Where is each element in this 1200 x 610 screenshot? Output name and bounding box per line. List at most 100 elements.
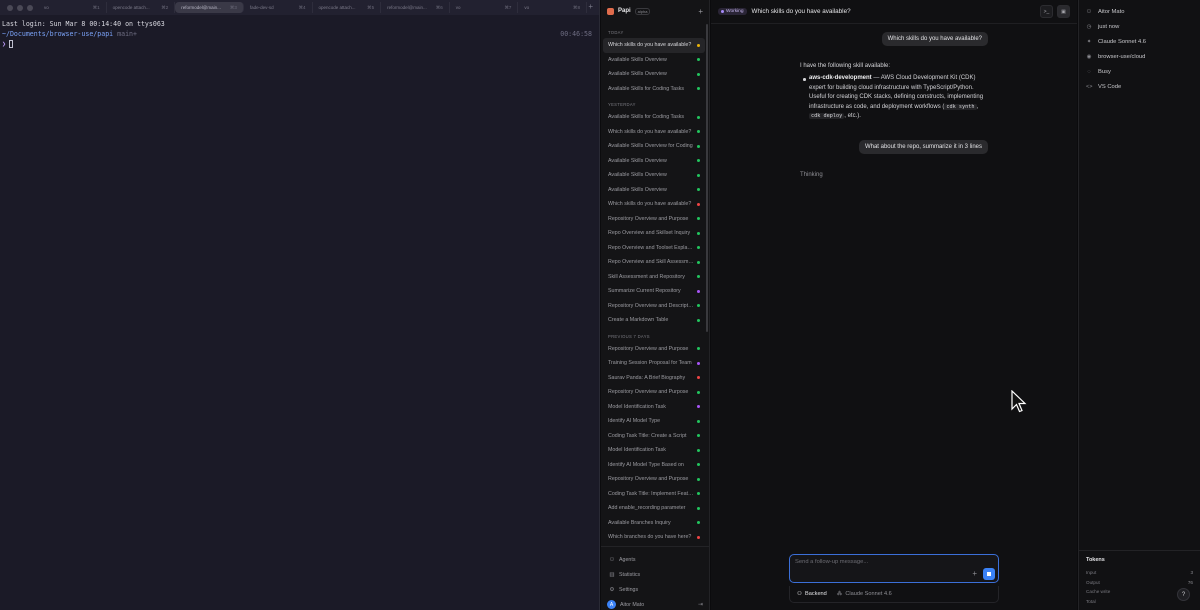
status-dot-icon bbox=[697, 159, 700, 163]
model-selector[interactable]: ⁂ Claude Sonnet 4.6 bbox=[837, 591, 892, 597]
terminal-icon: >_ bbox=[1043, 8, 1050, 15]
session-item[interactable]: Add enable_recording parameter bbox=[603, 501, 705, 516]
session-item[interactable]: Repository Overview and Purpose bbox=[603, 472, 705, 487]
session-item[interactable]: Repository Overview and Purpose bbox=[603, 342, 705, 357]
status-dot-icon bbox=[697, 477, 700, 481]
session-item[interactable]: Available Skills Overview bbox=[603, 53, 705, 68]
person-icon: ⚇ bbox=[797, 591, 803, 597]
terminal-tab[interactable]: vo ⌘7 bbox=[450, 2, 519, 13]
terminal-output[interactable]: Last login: Sun Mar 8 00:14:40 on ttys06… bbox=[0, 15, 599, 53]
token-row: Output 76 bbox=[1086, 578, 1193, 588]
inline-code: cdk deploy bbox=[809, 113, 845, 120]
session-item[interactable]: Create a Markdown Table bbox=[603, 313, 705, 328]
close-window-button[interactable] bbox=[7, 4, 13, 11]
session-item[interactable]: Available Branches Inquiry bbox=[603, 516, 705, 531]
session-item[interactable]: Skill Assessment and Repository bbox=[603, 270, 705, 285]
login-line: Last login: Sun Mar 8 00:14:40 on ttys06… bbox=[2, 20, 165, 28]
session-item[interactable]: Model Identification Task bbox=[603, 400, 705, 415]
session-item[interactable]: Which skills do you have available? bbox=[603, 125, 705, 140]
terminal-tab[interactable]: opencode attach... ⌘2 bbox=[107, 2, 176, 13]
statistics-link[interactable]: ▥ Statistics bbox=[601, 567, 709, 582]
session-item[interactable]: Repository Overview and Purpose bbox=[603, 385, 705, 400]
avatar: A bbox=[607, 600, 616, 609]
session-item[interactable]: Repository Overview and Purpose bbox=[603, 212, 705, 227]
terminal-tab[interactable]: vo ⌘1 bbox=[38, 2, 107, 13]
session-item[interactable]: Which skills do you have available? bbox=[603, 197, 705, 212]
session-item[interactable]: Summarize Current Repository bbox=[603, 284, 705, 299]
session-item[interactable]: Repository Overview and Description bbox=[603, 299, 705, 314]
detail-editor[interactable]: <> VS Code bbox=[1079, 79, 1200, 94]
detail-user-value: Aitor Mato bbox=[1098, 8, 1125, 15]
session-item[interactable]: Available Skills Overview bbox=[603, 154, 705, 169]
session-item[interactable]: Repo Overview and Toolset Explanation bbox=[603, 241, 705, 256]
session-title: Which skills do you have available? bbox=[608, 42, 692, 49]
session-title: Repo Overview and Skillset Inquiry bbox=[608, 230, 691, 237]
stop-icon bbox=[987, 572, 991, 576]
session-title: Model Identification Task bbox=[608, 447, 666, 454]
panel-toggle-button[interactable]: ▣ bbox=[1057, 5, 1070, 18]
skill-list: aws-cdk-development — AWS Cloud Developm… bbox=[800, 74, 990, 121]
sidebar-scrollbar[interactable] bbox=[706, 24, 708, 332]
new-session-button[interactable]: + bbox=[698, 7, 703, 16]
detail-model: ✦ Claude Sonnet 4.6 bbox=[1079, 34, 1200, 49]
session-title: Available Skills for Coding Tasks bbox=[608, 85, 685, 92]
session-item[interactable]: Coding Task Title: Implement Feature bbox=[603, 487, 705, 502]
session-item[interactable]: Available Skills for Coding Tasks bbox=[603, 110, 705, 125]
git-branch: main+ bbox=[113, 30, 137, 38]
new-tab-button[interactable]: + bbox=[588, 2, 593, 11]
status-dot-icon bbox=[697, 535, 700, 539]
terminal-tab[interactable]: vo ⌘8 bbox=[518, 2, 587, 13]
terminal-toggle-button[interactable]: >_ bbox=[1040, 5, 1053, 18]
message-input[interactable]: Send a follow-up message... bbox=[795, 559, 868, 565]
session-item[interactable]: Available Skills Overview bbox=[603, 183, 705, 198]
session-item[interactable]: Which skills do you have available? bbox=[603, 38, 705, 53]
status-dot-icon bbox=[697, 419, 700, 423]
list-item: aws-cdk-development — AWS Cloud Developm… bbox=[800, 74, 990, 121]
input-line[interactable]: ❯ bbox=[2, 39, 597, 49]
minimize-window-button[interactable] bbox=[17, 4, 23, 11]
skill-name: aws-cdk-development bbox=[809, 75, 872, 82]
message-composer[interactable]: Send a follow-up message... + bbox=[789, 554, 999, 583]
stop-button[interactable] bbox=[983, 568, 995, 580]
logout-icon[interactable]: ⇥ bbox=[698, 601, 703, 608]
session-item[interactable]: Available Skills Overview bbox=[603, 67, 705, 82]
token-usage: Tokens Input 3 Output 76 Cache write Total bbox=[1079, 550, 1200, 610]
sidebar-header: Papi alpha + bbox=[601, 0, 709, 22]
session-item[interactable]: Training Session Proposal for Team bbox=[603, 356, 705, 371]
skill-description-end: , etc.). bbox=[844, 113, 861, 120]
session-title: Available Skills for Coding Tasks bbox=[608, 114, 685, 121]
session-item[interactable]: Available Skills Overview bbox=[603, 168, 705, 183]
session-title: Available Branches Inquiry bbox=[608, 519, 671, 526]
status-dot-icon bbox=[697, 72, 700, 76]
agents-link[interactable]: ⚇ Agents bbox=[601, 552, 709, 567]
session-item[interactable]: Model Identification Task bbox=[603, 443, 705, 458]
session-item[interactable]: Identify AI Model Type bbox=[603, 414, 705, 429]
session-list[interactable]: TODAY Which skills do you have available?… bbox=[603, 24, 705, 544]
session-title: Repository Overview and Purpose bbox=[608, 345, 689, 352]
token-value: 3 bbox=[1190, 570, 1193, 576]
terminal-tab[interactable]: reformodel@main... ⌘6 bbox=[381, 2, 450, 13]
terminal-tabs: vo ⌘1 opencode attach... ⌘2 reformodel@main.… bbox=[38, 2, 587, 13]
settings-link[interactable]: ⚙ Settings bbox=[601, 582, 709, 597]
help-button[interactable]: ? bbox=[1177, 588, 1190, 601]
session-item[interactable]: Saurav Panda: A Brief Biography bbox=[603, 371, 705, 386]
terminal-tab[interactable]: reformodel@main... ⌘3 bbox=[175, 2, 244, 13]
zoom-window-button[interactable] bbox=[27, 4, 33, 11]
session-item[interactable]: Repo Overview and Skill Assessment bbox=[603, 255, 705, 270]
terminal-window[interactable]: vo ⌘1 opencode attach... ⌘2 reformodel@main.… bbox=[0, 0, 600, 610]
session-item[interactable]: Available Skills Overview for Coding bbox=[603, 139, 705, 154]
terminal-tab-shortcut: ⌘5 bbox=[367, 4, 375, 10]
attach-button[interactable]: + bbox=[972, 569, 977, 578]
user-menu[interactable]: A Aitor Mato ⇥ bbox=[601, 597, 709, 610]
status-dot-icon bbox=[697, 405, 700, 409]
session-item[interactable]: Identify AI Model Type Based on bbox=[603, 458, 705, 473]
session-item[interactable]: Which branches do you have here? bbox=[603, 530, 705, 544]
session-item[interactable]: Available Skills for Coding Tasks bbox=[603, 82, 705, 97]
detail-repo[interactable]: ◉ browser-use/cloud bbox=[1079, 49, 1200, 64]
backend-selector[interactable]: ⚇ Backend bbox=[797, 591, 827, 597]
terminal-tab[interactable]: fade-dev-sd ⌘4 bbox=[244, 2, 313, 13]
session-item[interactable]: Coding Task Title: Create a Script bbox=[603, 429, 705, 444]
session-item[interactable]: Repo Overview and Skillset Inquiry bbox=[603, 226, 705, 241]
session-title: Available Skills Overview for Coding bbox=[608, 143, 693, 150]
terminal-tab[interactable]: opencode attach... ⌘5 bbox=[313, 2, 382, 13]
